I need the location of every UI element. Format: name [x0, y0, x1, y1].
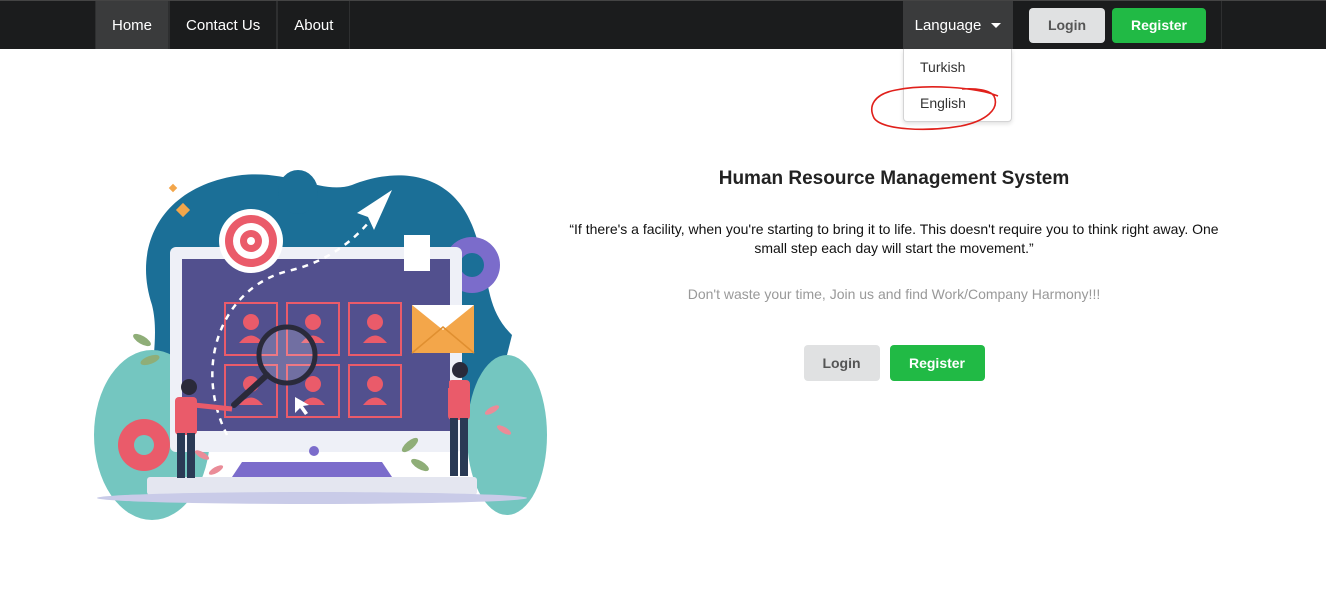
- nav-contact-link[interactable]: Contact Us: [169, 1, 278, 49]
- caret-down-icon: [991, 22, 1002, 28]
- nav-divider: [1221, 1, 1222, 49]
- nav-links: Home Contact Us About: [95, 1, 351, 49]
- hero-section: Human Resource Management System “If the…: [566, 165, 1222, 381]
- nav-about-link[interactable]: About: [277, 1, 351, 49]
- hero-quote: “If there's a facility, when you're star…: [569, 221, 1219, 256]
- nav-register-button[interactable]: Register: [1112, 7, 1206, 43]
- top-navbar: Home Contact Us About Language Login Reg…: [0, 0, 1326, 49]
- gear-icon-red: [118, 419, 170, 471]
- language-label: Language: [914, 16, 982, 34]
- hero-illustration: [94, 170, 547, 520]
- nav-home-link[interactable]: Home: [95, 1, 170, 49]
- hero-subtitle: Don't waste your time, Join us and find …: [687, 286, 1101, 302]
- hero-login-button[interactable]: Login: [803, 345, 880, 381]
- language-dropdown[interactable]: Language: [903, 1, 1013, 49]
- target-icon: [219, 209, 283, 273]
- hero-register-button[interactable]: Register: [889, 345, 985, 381]
- nav-login-button[interactable]: Login: [1029, 7, 1105, 43]
- language-option-english[interactable]: English: [904, 85, 1011, 121]
- hero-buttons: Login Register: [566, 345, 1222, 381]
- document-icon: [404, 235, 430, 271]
- language-option-turkish[interactable]: Turkish: [904, 49, 1011, 85]
- language-menu: Turkish English: [903, 49, 1012, 122]
- nav-actions: Language Login Register: [903, 1, 1206, 49]
- page-title: Human Resource Management System: [718, 168, 1070, 189]
- envelope-icon: [411, 305, 475, 354]
